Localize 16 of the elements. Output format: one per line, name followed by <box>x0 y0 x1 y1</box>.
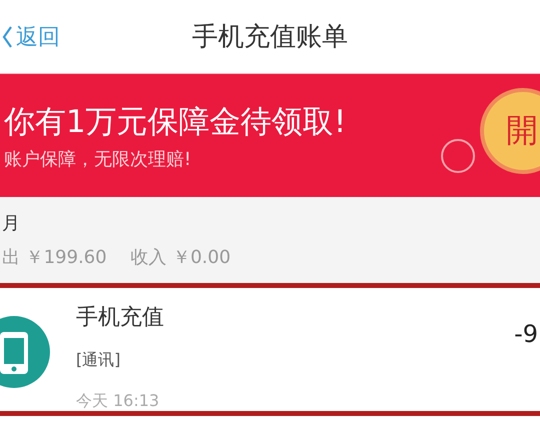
income-total: 收入 ￥0.00 <box>130 246 231 269</box>
record-amount: -9 <box>514 320 539 348</box>
promo-banner[interactable]: 你有1万元保障金待领取! 账户保障，无限次理赔! 開 <box>0 74 540 197</box>
banner-subline: 账户保障，无限次理赔! <box>4 148 192 170</box>
record-category: [通讯] <box>76 350 122 371</box>
page-title: 手机充值账单 <box>192 21 348 54</box>
expense-total: 出 ￥199.60 <box>2 246 107 269</box>
record-time: 今天 16:13 <box>76 391 160 412</box>
record-row[interactable]: 手机充值 [通讯] 今天 16:13 -9 <box>0 292 540 416</box>
record-title: 手机充值 <box>76 304 164 332</box>
back-icon <box>2 26 12 48</box>
coin-icon <box>440 138 476 174</box>
back-button[interactable]: 返回 <box>0 22 60 52</box>
month-label: 月 <box>2 212 21 235</box>
banner-headline: 你有1万元保障金待领取! <box>4 102 346 142</box>
open-badge[interactable]: 開 <box>480 88 540 174</box>
